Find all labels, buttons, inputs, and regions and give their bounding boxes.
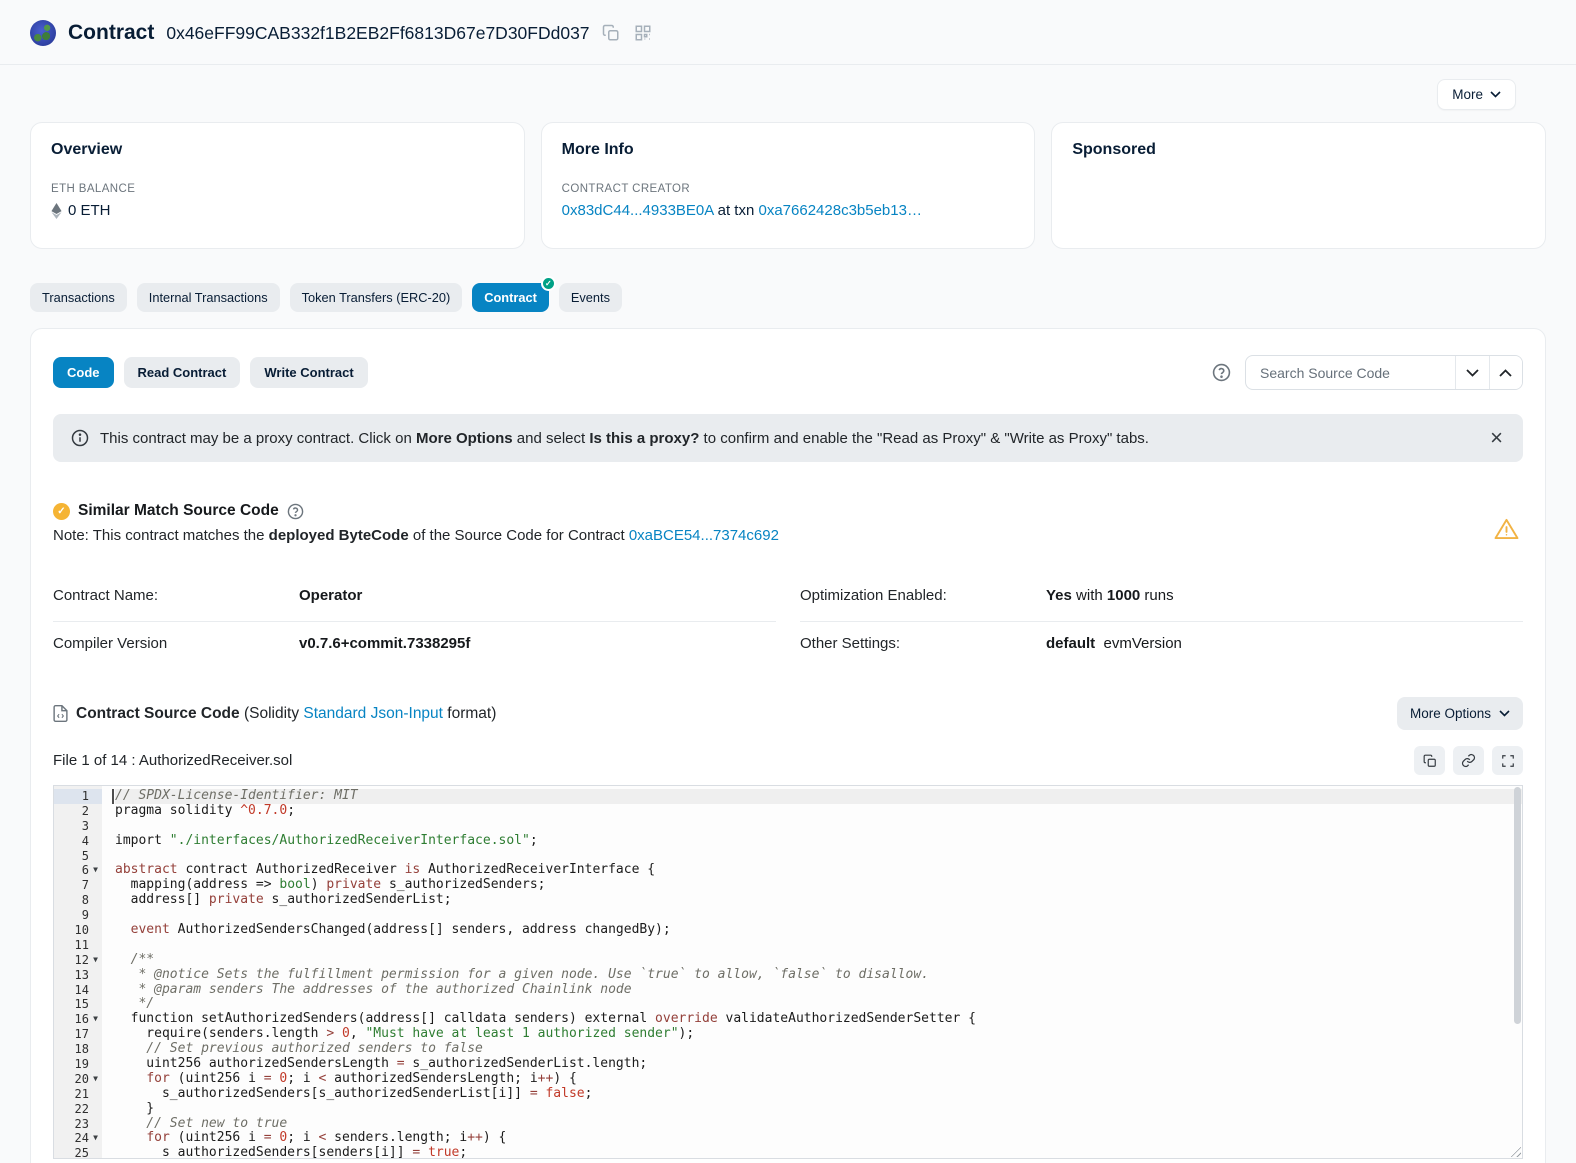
similar-match-note: Note: This contract matches the deployed…	[53, 527, 1523, 544]
search-source-group	[1245, 355, 1523, 390]
similar-match-title: Similar Match Source Code	[78, 502, 279, 520]
question-icon[interactable]	[287, 503, 304, 520]
search-source-input[interactable]	[1246, 356, 1455, 389]
compiler-version-value: v0.7.6+commit.7338295f	[299, 635, 470, 652]
page-header: Contract 0x46eFF99CAB332f1B2EB2Ff6813D67…	[0, 0, 1576, 65]
file-info-text: File 1 of 14 : AuthorizedReceiver.sol	[53, 752, 292, 769]
contract-avatar	[30, 20, 56, 46]
source-code-heading-row: Contract Source Code (Solidity Standard …	[53, 697, 1523, 730]
other-settings-label: Other Settings:	[800, 635, 1046, 652]
subtab-code[interactable]: Code	[53, 357, 114, 388]
code-scrollbar[interactable]	[1514, 787, 1521, 1157]
sponsored-card: Sponsored	[1051, 122, 1546, 249]
compiler-version-row: Compiler Version v0.7.6+commit.7338295f	[53, 622, 776, 669]
optimization-label: Optimization Enabled:	[800, 587, 1046, 604]
chevron-up-icon	[1499, 369, 1512, 377]
other-settings-row: Other Settings: default evmVersion	[800, 622, 1523, 669]
overview-card-title: Overview	[51, 141, 504, 159]
scrollbar-thumb[interactable]	[1514, 787, 1521, 1024]
qr-code-icon[interactable]	[634, 24, 652, 42]
chevron-down-icon	[1499, 710, 1510, 717]
tab-token-transfers[interactable]: Token Transfers (ERC-20)	[290, 283, 463, 312]
search-next-button[interactable]	[1455, 356, 1489, 389]
contract-name-label: Contract Name:	[53, 587, 299, 604]
contract-creator-label: CONTRACT CREATOR	[562, 183, 1015, 195]
tab-contract-label: Contract	[484, 290, 537, 305]
fold-toggle-icon[interactable]: ▼	[89, 863, 102, 878]
similar-match-check-icon: ✓	[53, 503, 70, 520]
file-info-row: File 1 of 14 : AuthorizedReceiver.sol	[53, 746, 1523, 775]
info-cards: Overview ETH BALANCE 0 ETH More Info CON…	[30, 122, 1546, 249]
tab-internal-transactions[interactable]: Internal Transactions	[137, 283, 280, 312]
contract-meta-grid: Contract Name: Operator Optimization Ena…	[53, 574, 1523, 669]
proxy-notice-text: This contract may be a proxy contract. C…	[100, 430, 1149, 447]
contract-panel: Code Read Contract Write Contract This c…	[30, 328, 1546, 1163]
more-info-card: More Info CONTRACT CREATOR 0x83dC44...49…	[541, 122, 1036, 249]
close-icon[interactable]: ×	[1488, 427, 1505, 449]
other-settings-value: default evmVersion	[1046, 635, 1182, 652]
optimization-value: Yes with 1000 runs	[1046, 587, 1174, 604]
file-code-icon	[53, 705, 68, 722]
fold-toggle-icon[interactable]: ▼	[89, 1072, 102, 1087]
more-options-label: More Options	[1410, 706, 1491, 721]
fold-toggle-icon[interactable]: ▼	[89, 1131, 102, 1146]
subtab-read-contract[interactable]: Read Contract	[124, 357, 241, 388]
verified-check-badge: ✓	[541, 276, 556, 291]
contract-creator-value: 0x83dC44...4933BE0A at txn 0xa7662428c3b…	[562, 202, 1015, 219]
sponsored-card-title: Sponsored	[1072, 141, 1525, 159]
tab-events[interactable]: Events	[559, 283, 622, 312]
eth-diamond-icon	[51, 203, 62, 219]
file-actions	[1414, 746, 1523, 775]
expand-icon	[1501, 754, 1515, 768]
search-prev-button[interactable]	[1489, 356, 1523, 389]
creator-middle-text: at txn	[713, 202, 758, 219]
link-icon	[1461, 753, 1476, 768]
subtab-write-contract[interactable]: Write Contract	[250, 357, 367, 388]
fold-toggle-icon[interactable]: ▼	[89, 953, 102, 968]
code-gutter: 123456▼789101112▼13141516▼17181920▼21222…	[54, 786, 102, 1158]
tab-bar: Transactions Internal Transactions Token…	[30, 283, 1546, 312]
chevron-down-icon	[1466, 369, 1479, 377]
copy-address-icon[interactable]	[602, 24, 620, 42]
more-button[interactable]: More	[1437, 79, 1516, 110]
creator-txn-link[interactable]: 0xa7662428c3b5eb13…	[758, 202, 921, 219]
bytecode-contract-link[interactable]: 0xaBCE54...7374c692	[629, 527, 779, 544]
overview-card: Overview ETH BALANCE 0 ETH	[30, 122, 525, 249]
eth-balance-text: 0 ETH	[68, 202, 111, 219]
tab-contract[interactable]: Contract ✓	[472, 283, 549, 312]
creator-address-link[interactable]: 0x83dC44...4933BE0A	[562, 202, 714, 219]
eth-balance-value: 0 ETH	[51, 202, 504, 219]
code-lines: // SPDX-License-Identifier: MITpragma so…	[102, 786, 1522, 1158]
compiler-version-label: Compiler Version	[53, 635, 299, 652]
warning-icon[interactable]	[1494, 518, 1519, 545]
more-button-label: More	[1452, 87, 1483, 102]
copy-icon	[1423, 754, 1437, 768]
contract-name-row: Contract Name: Operator	[53, 574, 776, 622]
chevron-down-icon	[1490, 91, 1501, 98]
more-info-card-title: More Info	[562, 141, 1015, 159]
similar-match-section: ✓ Similar Match Source Code Note: This c…	[53, 502, 1523, 544]
fold-toggle-icon[interactable]: ▼	[89, 1012, 102, 1027]
contract-name-value: Operator	[299, 587, 362, 604]
info-icon	[71, 429, 89, 447]
source-code-editor[interactable]: 123456▼789101112▼13141516▼17181920▼21222…	[53, 785, 1523, 1159]
more-options-button[interactable]: More Options	[1397, 697, 1523, 730]
page-title: Contract	[68, 21, 154, 45]
proxy-notice: This contract may be a proxy contract. C…	[53, 414, 1523, 462]
eth-balance-label: ETH BALANCE	[51, 183, 504, 195]
optimization-row: Optimization Enabled: Yes with 1000 runs	[800, 574, 1523, 622]
json-input-link[interactable]: Standard Json-Input	[303, 705, 443, 722]
permalink-button[interactable]	[1453, 746, 1484, 775]
source-code-heading: Contract Source Code (Solidity Standard …	[76, 705, 496, 723]
help-icon[interactable]	[1212, 363, 1231, 382]
search-area	[1212, 355, 1523, 390]
tab-transactions[interactable]: Transactions	[30, 283, 127, 312]
more-row: More	[30, 79, 1516, 110]
expand-button[interactable]	[1492, 746, 1523, 775]
contract-address: 0x46eFF99CAB332f1B2EB2Ff6813D67e7D30FDd0…	[166, 23, 589, 44]
copy-source-button[interactable]	[1414, 746, 1445, 775]
code-subtabs-row: Code Read Contract Write Contract	[53, 355, 1523, 390]
